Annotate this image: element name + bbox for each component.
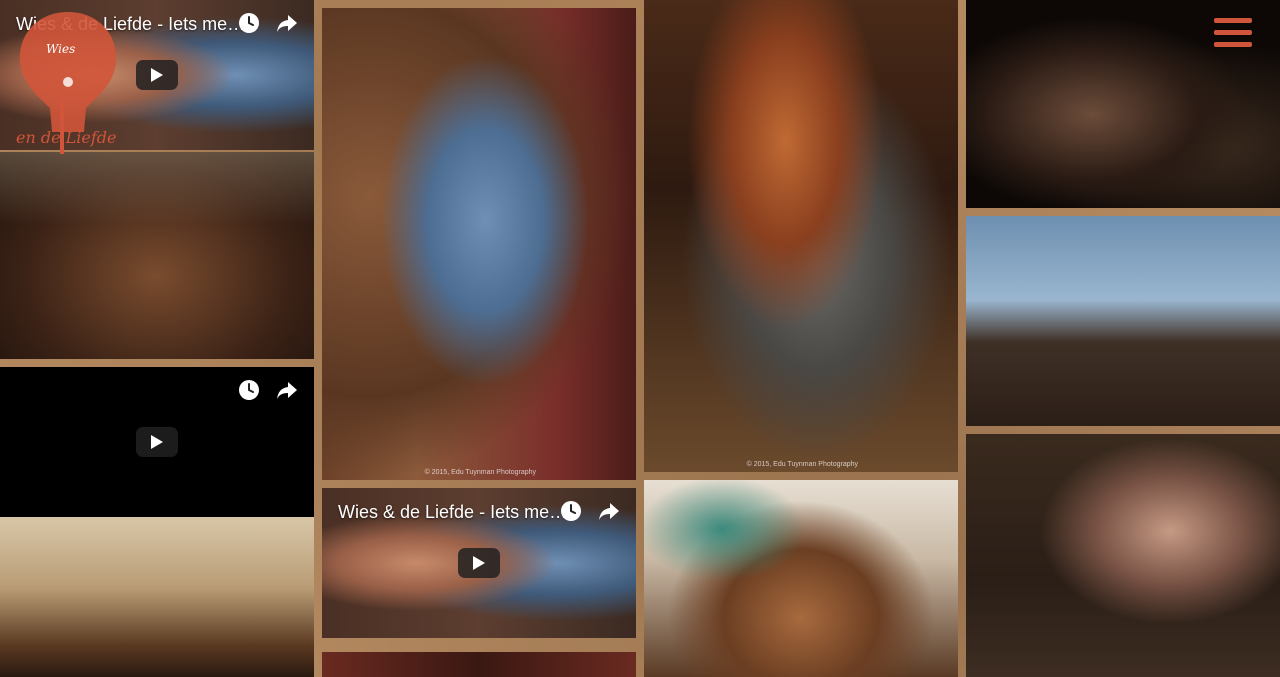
video-actions: [560, 500, 620, 522]
photo-guitarist[interactable]: © 2015, Edu Tuynman Photography: [322, 8, 636, 480]
video-actions: [238, 12, 298, 34]
play-button[interactable]: [136, 427, 178, 457]
menu-bar: [1214, 18, 1252, 23]
photo-singer[interactable]: © 2015, Edu Tuynman Photography: [644, 0, 958, 472]
clock-icon[interactable]: [560, 500, 582, 522]
video-tile-2[interactable]: [0, 367, 314, 517]
menu-bar: [1214, 30, 1252, 35]
video-tile-3[interactable]: Wies & de Liefde - Iets me…: [322, 488, 636, 638]
video-title[interactable]: Wies & de Liefde - Iets me…: [338, 502, 567, 523]
play-icon: [151, 68, 163, 82]
menu-bar: [1214, 42, 1252, 47]
clock-icon[interactable]: [238, 379, 260, 401]
share-icon[interactable]: [598, 500, 620, 522]
hamburger-menu-icon[interactable]: [1214, 18, 1252, 52]
photo-band-livingroom[interactable]: [0, 152, 314, 359]
share-icon[interactable]: [276, 379, 298, 401]
photo-band-chapel[interactable]: [0, 517, 314, 677]
play-icon: [473, 556, 485, 570]
share-icon[interactable]: [276, 12, 298, 34]
photo-singer-microphone[interactable]: [966, 434, 1280, 677]
logo[interactable]: Wies en de Liefde: [8, 4, 128, 164]
play-icon: [151, 435, 163, 449]
logo-subtitle: en de Liefde: [16, 128, 117, 147]
play-button[interactable]: [136, 60, 178, 90]
photo-partial[interactable]: [322, 652, 636, 677]
photo-credit: © 2015, Edu Tuynman Photography: [424, 469, 536, 476]
photo-couple[interactable]: [644, 480, 958, 677]
photo-credit: © 2015, Edu Tuynman Photography: [746, 461, 858, 468]
video-actions: [238, 379, 298, 401]
photo-church-stage[interactable]: [966, 216, 1280, 426]
play-button[interactable]: [458, 548, 500, 578]
logo-title: Wies: [46, 42, 76, 56]
clock-icon[interactable]: [238, 12, 260, 34]
